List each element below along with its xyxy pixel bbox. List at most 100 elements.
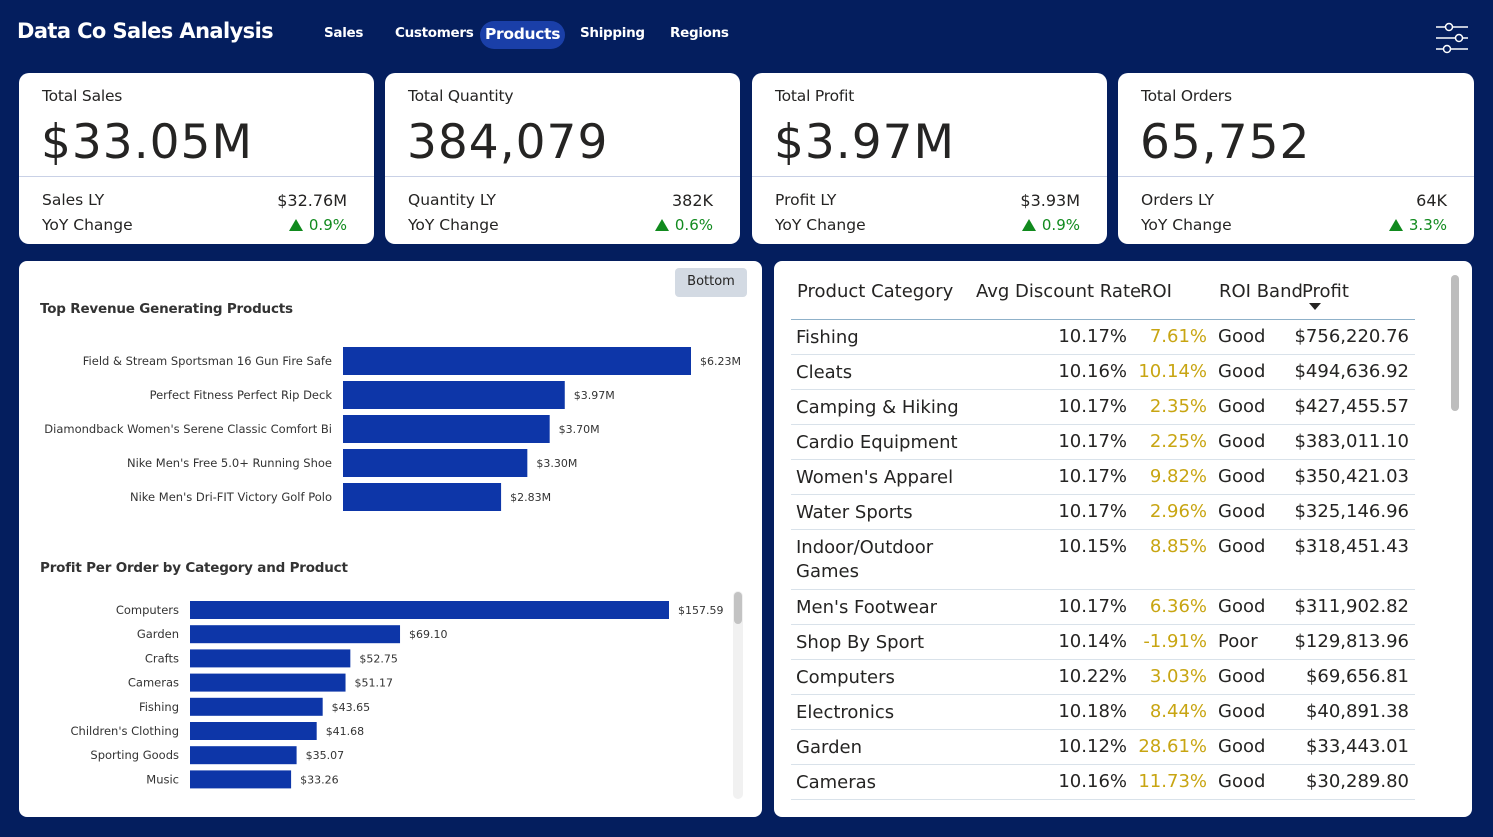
tab-products[interactable]: Products: [480, 21, 566, 49]
cell-roi-band: Good: [1218, 771, 1266, 792]
kpi-card-quantity: Total Quantity 384,079 Quantity LY YoY C…: [385, 73, 740, 244]
kpi-yoy-number: 0.9%: [1041, 216, 1080, 234]
kpi-ly-label: Quantity LY: [408, 191, 496, 209]
data-label: $52.75: [359, 652, 398, 665]
table-row[interactable]: Indoor/Outdoor Games 10.15% 8.85% Good $318,…: [791, 530, 1415, 590]
table-row[interactable]: Computers 10.22% 3.03% Good $69,656.81: [791, 660, 1415, 695]
divider: [19, 176, 374, 177]
kpi-ly-value: $3.93M: [1020, 191, 1080, 210]
bar[interactable]: [343, 415, 550, 443]
cell-roi: -1.91%: [1143, 631, 1207, 652]
tab-shipping[interactable]: Shipping: [580, 20, 645, 48]
table-row[interactable]: Fishing 10.17% 7.61% Good $756,220.76: [791, 320, 1415, 355]
cell-roi: 2.35%: [1149, 396, 1207, 417]
category-label: Fishing: [139, 700, 179, 714]
data-label: $41.68: [326, 725, 365, 738]
bottom-toggle-button[interactable]: Bottom: [675, 268, 747, 297]
kpi-ly-label: Profit LY: [775, 191, 837, 209]
cell-roi-band: Good: [1218, 361, 1266, 382]
tab-sales[interactable]: Sales: [324, 20, 363, 48]
cell-roi: 10.14%: [1138, 361, 1207, 382]
bar[interactable]: [190, 770, 292, 789]
table-row[interactable]: Women's Apparel 10.17% 9.82% Good $350,421.0…: [791, 460, 1415, 495]
table-row[interactable]: Garden 10.12% 28.61% Good $33,443.01: [791, 730, 1415, 765]
cell-discount: 10.22%: [1058, 666, 1127, 687]
chart-scrollbar-thumb[interactable]: [734, 592, 742, 624]
divider: [1118, 176, 1474, 177]
cell-profit: $494,636.92: [1294, 361, 1409, 382]
tab-customers[interactable]: Customers: [395, 20, 474, 48]
data-label: $51.17: [355, 677, 394, 690]
category-label: Nike Men's Dri-FIT Victory Golf Polo: [130, 490, 332, 504]
cell-category: Cameras: [796, 772, 877, 793]
bar[interactable]: [190, 746, 297, 765]
category-label: Field & Stream Sportsman 16 Gun Fire Saf…: [83, 354, 332, 368]
table-row[interactable]: Men's Footwear 10.17% 6.36% Good $311,902.82: [791, 590, 1415, 625]
bar[interactable]: [190, 649, 351, 668]
cell-category: Electronics: [796, 702, 895, 723]
tab-regions[interactable]: Regions: [670, 20, 729, 48]
app-title: Data Co Sales Analysis: [17, 19, 274, 43]
bar[interactable]: [190, 601, 669, 619]
bar[interactable]: [343, 449, 528, 477]
kpi-ly-value: 382K: [671, 191, 713, 210]
category-label: Diamondback Women's Serene Classic Comfo…: [44, 422, 332, 436]
kpi-yoy-value: 0.9%: [288, 216, 347, 234]
col-header-roi-band[interactable]: ROI Band: [1219, 281, 1303, 302]
category-table-panel: Product Category Avg Discount Rate ROI R…: [774, 261, 1472, 817]
kpi-ly-label: Orders LY: [1141, 191, 1215, 209]
bar[interactable]: [190, 697, 323, 716]
cell-roi-band: Poor: [1218, 631, 1258, 652]
col-header-discount[interactable]: Avg Discount Rate: [976, 281, 1141, 302]
table-row[interactable]: Electronics 10.18% 8.44% Good $40,891.38: [791, 695, 1415, 730]
category-label: Children's Clothing: [71, 724, 180, 738]
col-header-profit[interactable]: Profit: [1302, 281, 1349, 302]
cell-profit: $69,656.81: [1305, 666, 1409, 687]
cell-roi-band: Good: [1218, 396, 1266, 417]
cell-discount: 10.18%: [1058, 701, 1127, 722]
cell-roi: 28.61%: [1138, 736, 1207, 757]
sliders-icon[interactable]: [1433, 20, 1471, 56]
cell-category: Indoor/Outdoor Games: [796, 537, 934, 582]
bar[interactable]: [343, 483, 502, 511]
category-label: Perfect Fitness Perfect Rip Deck: [150, 388, 333, 402]
data-label: $3.70M: [559, 423, 600, 436]
data-label: $35.07: [306, 749, 345, 762]
data-label: $6.23M: [700, 355, 741, 368]
cell-discount: 10.17%: [1058, 596, 1127, 617]
cell-discount: 10.17%: [1058, 326, 1127, 347]
cell-roi-band: Good: [1218, 326, 1266, 347]
kpi-yoy-number: 0.9%: [308, 216, 347, 234]
sort-descending-icon[interactable]: [1309, 303, 1321, 310]
kpi-value: $3.97M: [774, 115, 956, 170]
table-row[interactable]: Cameras 10.16% 11.73% Good $30,289.80: [791, 765, 1415, 800]
bar[interactable]: [343, 347, 691, 375]
kpi-title: Total Orders: [1141, 87, 1232, 105]
table-row[interactable]: Shop By Sport 10.14% -1.91% Poor $129,813.96: [791, 625, 1415, 660]
chart-title: Profit Per Order by Category and Product: [40, 560, 348, 576]
cell-roi: 8.44%: [1149, 701, 1207, 722]
cell-roi: 11.73%: [1138, 771, 1207, 792]
bar[interactable]: [190, 722, 317, 740]
cell-category: Water Sports: [796, 502, 913, 523]
cell-profit: $311,902.82: [1294, 596, 1409, 617]
table-row[interactable]: Cleats 10.16% 10.14% Good $494,636.92: [791, 355, 1415, 390]
divider: [385, 176, 740, 177]
data-label: $3.97M: [574, 389, 615, 402]
col-header-category[interactable]: Product Category: [797, 281, 953, 302]
cell-discount: 10.14%: [1058, 631, 1127, 652]
bar[interactable]: [343, 381, 565, 409]
up-triangle-icon: [1021, 219, 1036, 231]
cell-discount: 10.17%: [1058, 431, 1127, 452]
table-scrollbar-thumb[interactable]: [1451, 275, 1459, 411]
bar[interactable]: [190, 673, 346, 692]
table-row[interactable]: Camping & Hiking 10.17% 2.35% Good $427,455.…: [791, 390, 1415, 425]
cell-category: Fishing: [796, 327, 859, 348]
cell-roi-band: Good: [1218, 536, 1266, 557]
bar[interactable]: [190, 625, 401, 644]
kpi-card-profit: Total Profit $3.97M Profit LY YoY Change…: [752, 73, 1107, 244]
cell-discount: 10.15%: [1058, 536, 1127, 557]
table-row[interactable]: Cardio Equipment 10.17% 2.25% Good $383,011.…: [791, 425, 1415, 460]
table-row[interactable]: Water Sports 10.17% 2.96% Good $325,146.96: [791, 495, 1415, 530]
col-header-roi[interactable]: ROI: [1140, 281, 1172, 302]
